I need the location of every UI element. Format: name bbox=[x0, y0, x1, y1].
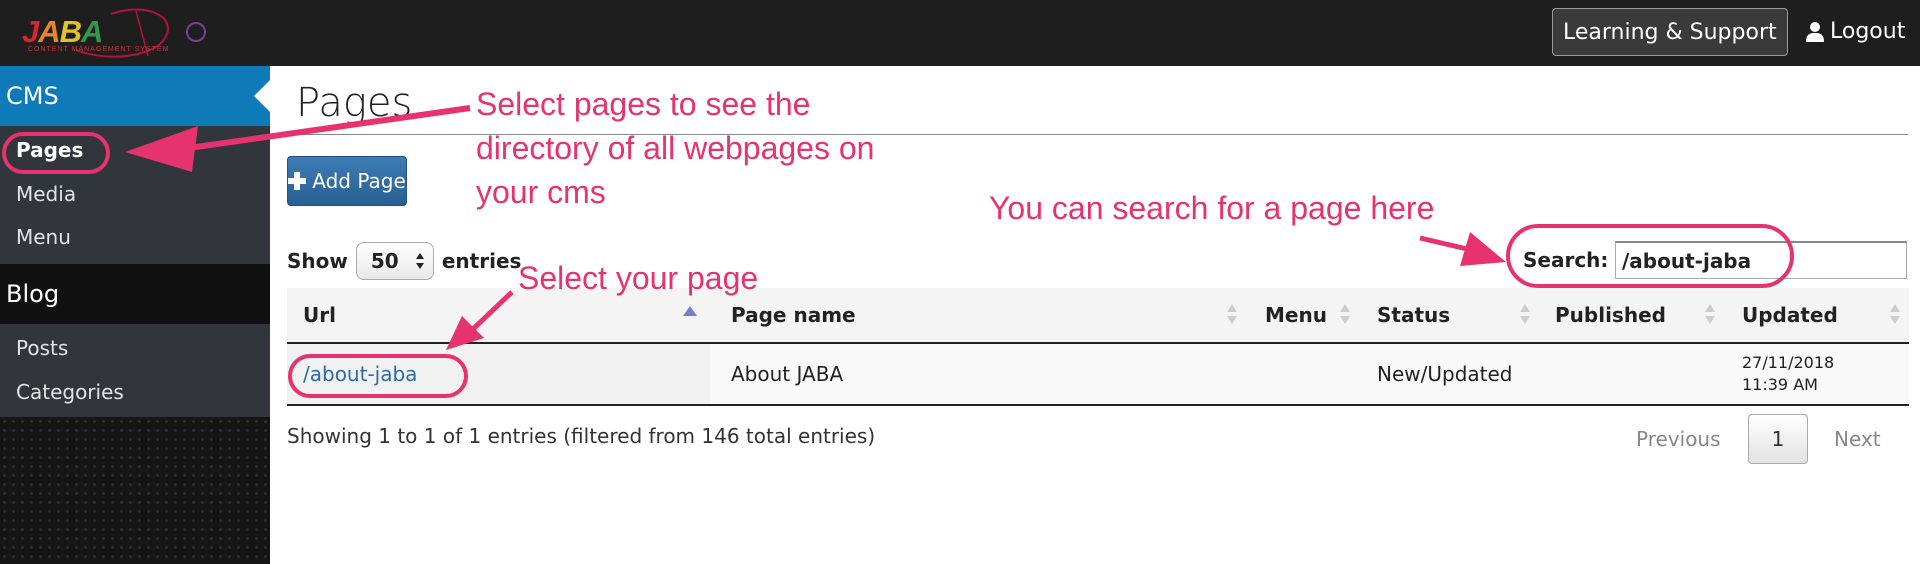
highlight-search-ellipse bbox=[1506, 224, 1794, 288]
annotation-pages: Select pages to see the directory of all… bbox=[476, 82, 874, 214]
highlight-pages-ellipse bbox=[2, 132, 110, 174]
highlight-url-ellipse bbox=[288, 354, 468, 398]
annotation-pages-line-1: Select pages to see the bbox=[476, 86, 811, 122]
annotation-pages-line-2: directory of all webpages on bbox=[476, 130, 875, 166]
annotation-pages-line-3: your cms bbox=[476, 174, 606, 210]
arrow-to-url-icon bbox=[470, 290, 514, 332]
arrow-to-pages-icon bbox=[174, 105, 471, 153]
annotation-search: You can search for a page here bbox=[989, 190, 1435, 226]
arrow-head-pages-icon bbox=[125, 126, 198, 172]
arrow-head-search-icon bbox=[1460, 232, 1506, 266]
annotation-overlay bbox=[2, 105, 1794, 398]
annotation-select-page: Select your page bbox=[518, 260, 759, 296]
